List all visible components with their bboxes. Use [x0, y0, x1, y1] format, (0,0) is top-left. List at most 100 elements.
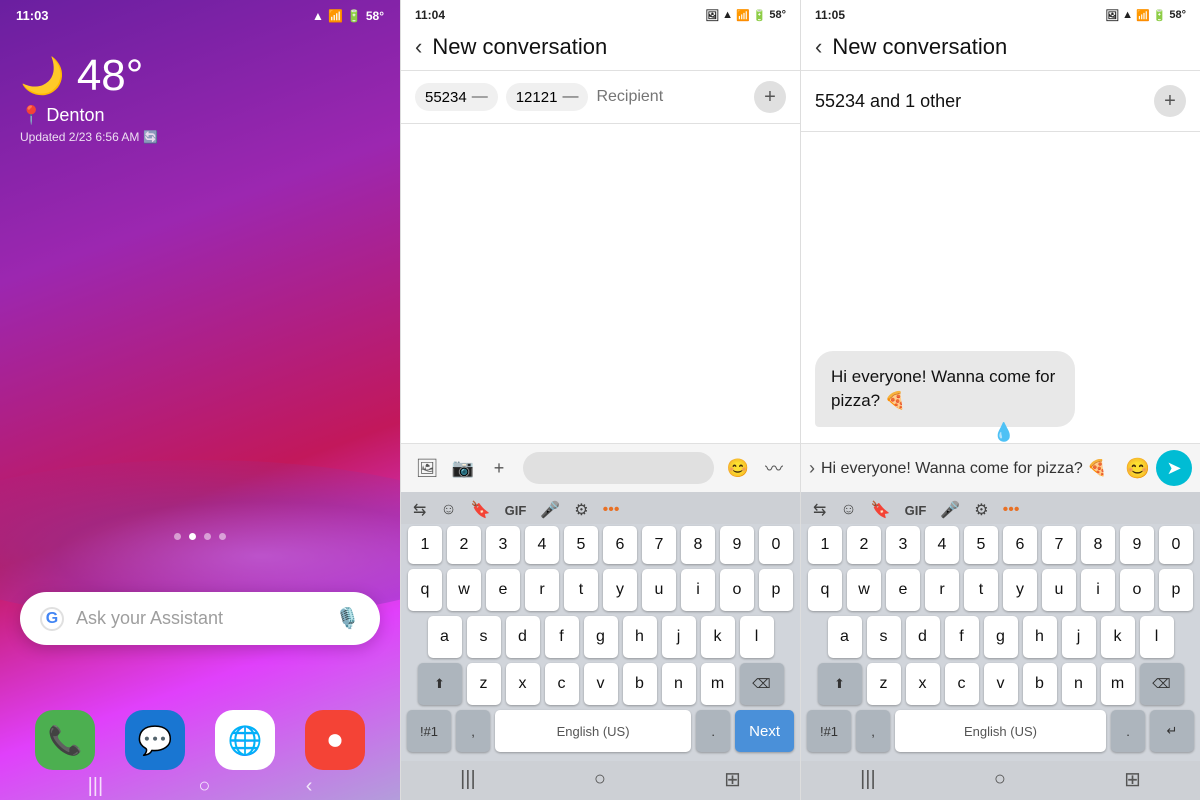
key-backspace-2[interactable]: ⌫ [740, 663, 784, 705]
key3-symbols[interactable]: !#1 [807, 710, 851, 752]
dock-chrome[interactable]: 🌐 [215, 710, 275, 770]
key-2[interactable]: 2 [447, 526, 481, 564]
kb-mic-icon-3[interactable]: 🎤 [936, 498, 964, 522]
key3-shift[interactable]: ⬆ [818, 663, 862, 705]
key-7[interactable]: 7 [642, 526, 676, 564]
key3-w[interactable]: w [847, 569, 881, 611]
key-l[interactable]: l [740, 616, 774, 658]
kb-mic-icon[interactable]: 🎤 [536, 498, 564, 522]
key-e[interactable]: e [486, 569, 520, 611]
message-text-bar[interactable] [523, 452, 714, 484]
key3-enter[interactable]: ↵ [1150, 710, 1194, 752]
key-0[interactable]: 0 [759, 526, 793, 564]
key3-s[interactable]: s [867, 616, 901, 658]
key3-m[interactable]: m [1101, 663, 1135, 705]
key3-v[interactable]: v [984, 663, 1018, 705]
key3-r[interactable]: r [925, 569, 959, 611]
assistant-colorful-icon[interactable]: 🎙️ [335, 606, 360, 631]
key3-period[interactable]: . [1111, 710, 1145, 752]
key-4[interactable]: 4 [525, 526, 559, 564]
key-f[interactable]: f [545, 616, 579, 658]
key3-y[interactable]: y [1003, 569, 1037, 611]
add-recipient-button[interactable]: + [754, 81, 786, 113]
kb-emoji-icon-3[interactable]: ☺ [836, 499, 860, 521]
key-5[interactable]: 5 [564, 526, 598, 564]
message-input[interactable] [821, 459, 1119, 477]
key3-4[interactable]: 4 [925, 526, 959, 564]
key3-5[interactable]: 5 [964, 526, 998, 564]
key3-c[interactable]: c [945, 663, 979, 705]
key3-j[interactable]: j [1062, 616, 1096, 658]
key-d[interactable]: d [506, 616, 540, 658]
key3-o[interactable]: o [1120, 569, 1154, 611]
emoji-keyboard-icon[interactable]: 😊 [1125, 456, 1150, 481]
key3-n[interactable]: n [1062, 663, 1096, 705]
key-t[interactable]: t [564, 569, 598, 611]
key-n[interactable]: n [662, 663, 696, 705]
key-space-2[interactable]: English (US) [495, 710, 691, 752]
key3-9[interactable]: 9 [1120, 526, 1154, 564]
nav-back-2[interactable]: ⊞ [724, 767, 741, 792]
nav-home-icon[interactable]: ○ [198, 775, 210, 798]
voice-wave-icon[interactable]: 〰 [756, 450, 792, 486]
key3-6[interactable]: 6 [1003, 526, 1037, 564]
kb-translate-icon[interactable]: ⇆ [409, 498, 430, 522]
key3-d[interactable]: d [906, 616, 940, 658]
key3-i[interactable]: i [1081, 569, 1115, 611]
key3-0[interactable]: 0 [1159, 526, 1193, 564]
key-h[interactable]: h [623, 616, 657, 658]
back-button-3[interactable]: ‹ [815, 34, 822, 60]
nav-recent-icon[interactable]: ||| [88, 775, 104, 798]
key-space-3[interactable]: English (US) [895, 710, 1106, 752]
kb-more-icon[interactable]: ••• [599, 499, 624, 521]
chip-55234-remove[interactable]: — [472, 88, 488, 106]
key3-b[interactable]: b [1023, 663, 1057, 705]
key3-backspace[interactable]: ⌫ [1140, 663, 1184, 705]
key-u[interactable]: u [642, 569, 676, 611]
kb-more-icon-3[interactable]: ••• [999, 499, 1024, 521]
assistant-bar[interactable]: G Ask your Assistant 🎙️ [20, 592, 380, 645]
key3-g[interactable]: g [984, 616, 1018, 658]
recipients-row-2[interactable]: 55234 — 12121 — + [401, 71, 800, 124]
key-v[interactable]: v [584, 663, 618, 705]
key-c[interactable]: c [545, 663, 579, 705]
key3-h[interactable]: h [1023, 616, 1057, 658]
dock-screen-rec[interactable]: ⏺ [305, 710, 365, 770]
key-6[interactable]: 6 [603, 526, 637, 564]
recipient-input[interactable] [596, 88, 746, 106]
kb-gif-icon-3[interactable]: GIF [901, 501, 931, 520]
kb-settings-icon-3[interactable]: ⚙ [970, 498, 992, 522]
key-i[interactable]: i [681, 569, 715, 611]
add-recipient-btn-3[interactable]: + [1154, 85, 1186, 117]
key-comma-2[interactable]: , [456, 710, 490, 752]
key-w[interactable]: w [447, 569, 481, 611]
camera-icon[interactable]: 📷 [445, 450, 481, 486]
key3-a[interactable]: a [828, 616, 862, 658]
key-period-2[interactable]: . [696, 710, 730, 752]
key-shift-2[interactable]: ⬆ [418, 663, 462, 705]
key-x[interactable]: x [506, 663, 540, 705]
nav-home-2[interactable]: ○ [594, 768, 606, 791]
key-a[interactable]: a [428, 616, 462, 658]
key3-u[interactable]: u [1042, 569, 1076, 611]
key3-1[interactable]: 1 [808, 526, 842, 564]
kb-sticker-icon[interactable]: 🔖 [467, 498, 495, 522]
key-9[interactable]: 9 [720, 526, 754, 564]
key-r[interactable]: r [525, 569, 559, 611]
nav-home-3[interactable]: ○ [994, 768, 1006, 791]
dock-messages[interactable]: 💬 [125, 710, 185, 770]
key-s[interactable]: s [467, 616, 501, 658]
send-button[interactable]: ➤ [1156, 450, 1192, 486]
emoji-sticker-icon[interactable]: 😊 [720, 450, 756, 486]
key-q[interactable]: q [408, 569, 442, 611]
key-z[interactable]: z [467, 663, 501, 705]
kb-settings-icon[interactable]: ⚙ [570, 498, 592, 522]
key3-t[interactable]: t [964, 569, 998, 611]
key-k[interactable]: k [701, 616, 735, 658]
key-y[interactable]: y [603, 569, 637, 611]
key-symbols-2[interactable]: !#1 [407, 710, 451, 752]
key-1[interactable]: 1 [408, 526, 442, 564]
chip-12121-remove[interactable]: — [562, 88, 578, 106]
key3-comma[interactable]: , [856, 710, 890, 752]
key-g[interactable]: g [584, 616, 618, 658]
